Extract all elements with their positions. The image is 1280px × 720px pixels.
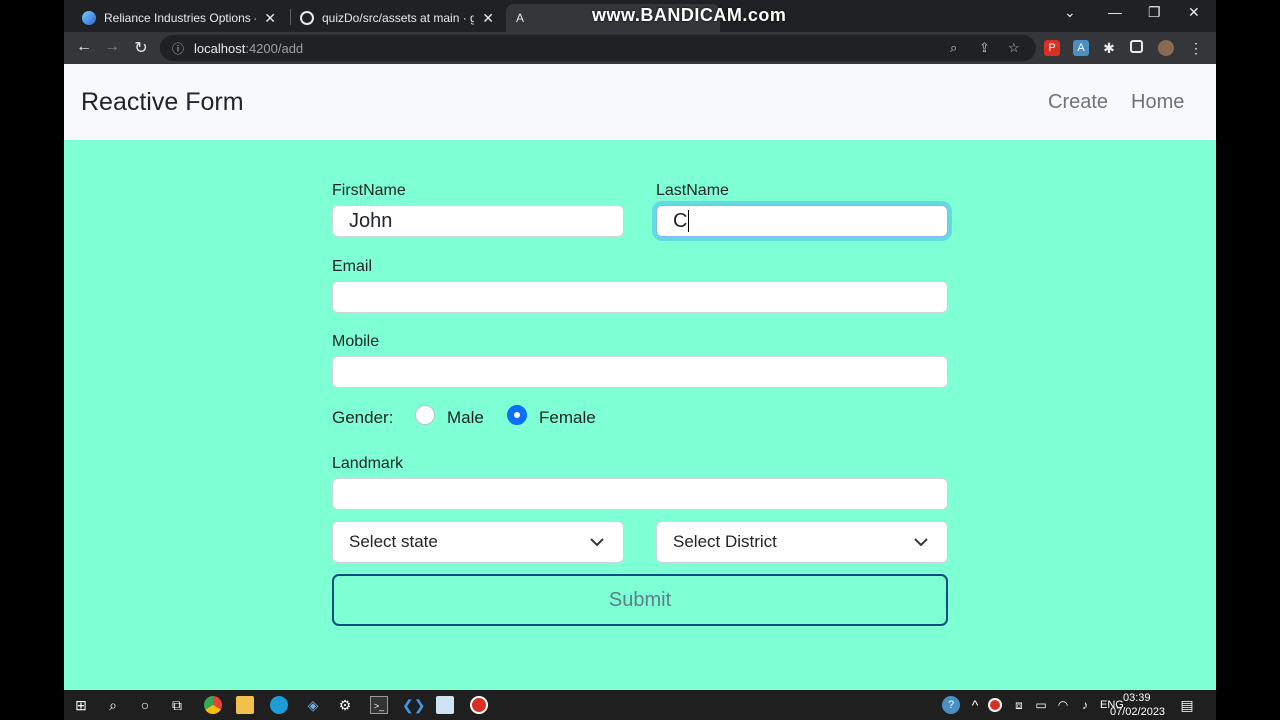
close-window-icon[interactable]: ✕ — [1188, 4, 1200, 21]
first-name-input[interactable]: John — [332, 205, 624, 237]
first-name-label: FirstName — [332, 182, 406, 199]
battery-icon[interactable]: ▭ — [1032, 696, 1050, 714]
last-name-label: LastName — [656, 182, 729, 199]
app-icon[interactable]: ◈ — [304, 696, 322, 714]
github-favicon-icon — [300, 11, 314, 25]
district-select[interactable]: Select District — [656, 521, 948, 563]
windows-taskbar: ⊞ ⌕ ○ ⧉ ◈ ⚙ >_ ❮❯ ? ^ ⧈ ▭ ◠ ♪ ENG 03:39 … — [64, 690, 1216, 720]
district-select-value: Select District — [673, 532, 777, 551]
gender-female-radio[interactable] — [507, 405, 527, 425]
vscode-icon[interactable]: ❮❯ — [402, 696, 425, 714]
record-tray-icon[interactable] — [988, 698, 1002, 712]
help-icon[interactable]: ? — [942, 696, 960, 714]
nav-link-home[interactable]: Home — [1131, 91, 1184, 114]
chrome-taskbar-icon[interactable] — [204, 696, 222, 714]
task-view-icon[interactable]: ⧉ — [168, 696, 186, 714]
minimize-icon[interactable]: — — [1108, 4, 1122, 20]
mobile-input[interactable] — [332, 356, 948, 388]
edge-icon[interactable] — [270, 696, 288, 714]
landmark-label: Landmark — [332, 455, 404, 472]
state-select[interactable]: Select state — [332, 521, 624, 563]
email-label: Email — [332, 258, 373, 275]
mobile-label: Mobile — [332, 333, 380, 350]
back-arrow-icon[interactable]: ← — [74, 38, 94, 56]
email-input[interactable] — [332, 281, 948, 313]
nav-link-create[interactable]: Create — [1048, 91, 1108, 114]
gender-male-radio[interactable] — [415, 405, 435, 425]
gender-label: Gender: — [332, 408, 394, 427]
submit-button[interactable]: Submit — [332, 574, 948, 626]
volume-icon[interactable]: ♪ — [1076, 696, 1094, 714]
zoom-icon[interactable]: ⌕ — [950, 40, 957, 56]
browser-tab-reliance[interactable]: Reliance Industries Options - Live ✕ — [72, 4, 286, 32]
reload-icon[interactable]: ↻ — [131, 38, 151, 58]
side-panel-icon[interactable] — [1130, 40, 1143, 53]
notification-icon[interactable]: ▤ — [1178, 696, 1196, 714]
file-explorer-icon[interactable] — [236, 696, 254, 714]
windows-start-icon[interactable]: ⊞ — [72, 696, 90, 714]
close-tab-icon[interactable]: ✕ — [482, 10, 494, 27]
search-icon[interactable]: ⌕ — [104, 696, 122, 714]
menu-kebab-icon[interactable]: ⋮ — [1188, 40, 1204, 56]
bandicam-record-icon[interactable] — [470, 696, 488, 714]
gender-female-label[interactable]: Female — [539, 408, 596, 428]
tab-search-chevron-icon[interactable]: ⌄ — [1064, 4, 1076, 21]
cortana-icon[interactable]: ○ — [136, 696, 154, 714]
page-content: Reactive Form Create Home FirstName John… — [64, 64, 1216, 690]
navbar: Reactive Form Create Home — [64, 64, 1216, 140]
close-tab-icon[interactable]: ✕ — [264, 10, 276, 27]
share-icon[interactable]: ⇪ — [979, 40, 990, 56]
tray-chevron-up-icon[interactable]: ^ — [966, 696, 984, 714]
browser-tab-github[interactable]: quizDo/src/assets at main · gaura ✕ — [290, 4, 504, 32]
clock-time[interactable]: 03:39 — [1123, 692, 1151, 704]
chevron-down-icon — [914, 538, 928, 547]
address-bar[interactable]: ⓘ localhost:4200/add — [160, 35, 1036, 61]
url-path: :4200/add — [245, 40, 304, 56]
gender-male-label[interactable]: Male — [447, 408, 484, 428]
landmark-input[interactable] — [332, 478, 948, 510]
url-host: localhost — [194, 40, 246, 56]
bookmark-star-icon[interactable]: ☆ — [1008, 40, 1020, 56]
pdf-extension-icon[interactable]: P — [1044, 40, 1060, 56]
state-select-value: Select state — [349, 532, 438, 551]
notes-app-icon[interactable] — [436, 696, 454, 714]
browser-tab-strip: Reliance Industries Options - Live ✕ qui… — [64, 0, 1216, 32]
extension-icon[interactable]: A — [1073, 40, 1089, 56]
navbar-brand[interactable]: Reactive Form — [81, 88, 244, 117]
first-name-value: John — [349, 209, 393, 232]
forward-arrow-icon[interactable]: → — [102, 38, 122, 56]
browser-toolbar: ← → ↻ ⓘ localhost:4200/add ⌕ ⇪ ☆ P A ✱ ⋮ — [64, 32, 1216, 64]
tab-title: quizDo/src/assets at main · gaura — [322, 11, 475, 25]
bandicam-watermark: www.BANDICAM.com — [592, 5, 787, 25]
site-info-icon[interactable]: ⓘ — [172, 40, 184, 57]
clock-date[interactable]: 07/02/2023 — [1110, 706, 1165, 718]
text-caret — [688, 210, 690, 232]
tab-title: Reliance Industries Options - Live — [104, 11, 256, 25]
profile-avatar[interactable] — [1158, 40, 1174, 56]
last-name-value: C — [673, 209, 688, 232]
chevron-down-icon — [590, 538, 604, 547]
settings-gear-icon[interactable]: ⚙ — [336, 696, 354, 714]
puzzle-extensions-icon[interactable]: ✱ — [1101, 40, 1117, 56]
restore-icon[interactable]: ❐ — [1148, 4, 1161, 21]
device-tray-icon[interactable]: ⧈ — [1010, 696, 1028, 714]
wifi-icon[interactable]: ◠ — [1054, 696, 1072, 714]
terminal-icon[interactable]: >_ — [370, 696, 388, 714]
last-name-input[interactable]: C — [656, 205, 948, 237]
globe-favicon-icon — [82, 11, 96, 25]
